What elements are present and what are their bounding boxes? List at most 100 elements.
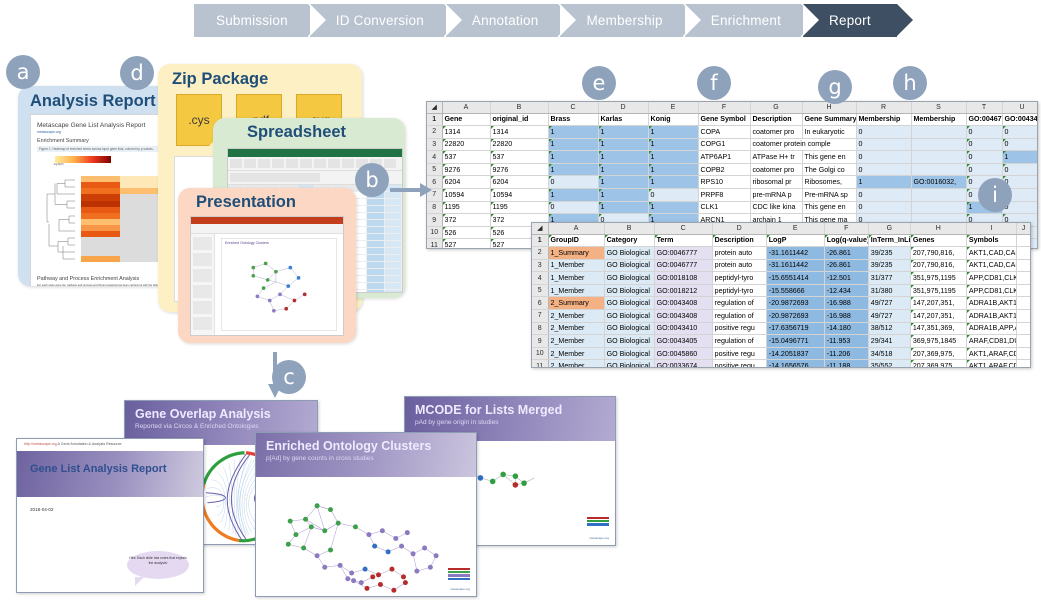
- header-genes: Genes: [910, 234, 967, 248]
- col-letter-h[interactable]: H: [802, 102, 857, 114]
- col-letter-a[interactable]: A: [442, 102, 491, 114]
- table-row[interactable]: 3 22820 22820 1 1 1 COPG1 coatomer prote…: [427, 138, 1037, 152]
- slide-enriched-ontology-clusters[interactable]: Enriched Ontology Clusters p[Ad] by gene…: [255, 432, 477, 597]
- row-number[interactable]: 4: [427, 150, 443, 164]
- row-number[interactable]: 8: [532, 322, 549, 336]
- row-number[interactable]: 7: [532, 309, 549, 323]
- table-row[interactable]: 10 2_Member GO Biological GO:0045860 pos…: [532, 347, 1030, 361]
- col-letter-a[interactable]: A: [548, 223, 605, 235]
- row-number[interactable]: 3: [427, 138, 443, 152]
- col-letter-b[interactable]: B: [604, 223, 655, 235]
- row-number[interactable]: 3: [532, 259, 549, 273]
- row-number[interactable]: 11: [427, 238, 443, 248]
- col-letter-f[interactable]: F: [824, 223, 869, 235]
- table-row[interactable]: 5 1_Member GO Biological GO:0018212 pept…: [532, 284, 1030, 298]
- cell-genes: 207,369,975,: [910, 347, 967, 361]
- zip-package-title: Zip Package: [172, 70, 269, 88]
- col-letter-b[interactable]: B: [490, 102, 549, 114]
- cell-logp: -15.0496771: [766, 334, 825, 348]
- table-row[interactable]: 8 1195 1195 0 1 1 CLK1 CDC like kina Thi…: [427, 201, 1037, 215]
- cell-genes: 369,975,1845: [910, 334, 967, 348]
- table-row[interactable]: 4 1_Member GO Biological GO:0018108 pept…: [532, 271, 1030, 285]
- row-number[interactable]: 11: [532, 359, 549, 367]
- workflow-step-id-conversion[interactable]: ID Conversion: [309, 4, 461, 37]
- table-row[interactable]: 6 6204 6204 0 1 1 RPS10 ribosomal pr Rib…: [427, 175, 1037, 190]
- current-slide: Enriched Ontology Clusters: [221, 238, 337, 331]
- row-number[interactable]: 4: [532, 271, 549, 285]
- table-row[interactable]: 11 2_Member GO Biological GO:0033674 pos…: [532, 359, 1030, 367]
- col-letter-d[interactable]: D: [598, 102, 649, 114]
- cell-gene-symbol: PRPF8: [698, 188, 751, 202]
- metascape-url-link[interactable]: http://metascape.org A Gene Annotation &…: [24, 442, 122, 446]
- cell-interm-inlist: 39/235: [868, 246, 911, 260]
- table-row[interactable]: 2 1314 1314 1 1 1 COPA coatomer pro In e…: [427, 125, 1037, 139]
- row-number[interactable]: 10: [427, 226, 443, 240]
- col-letter-g[interactable]: G: [868, 223, 911, 235]
- cell-membership-1: 0: [856, 201, 912, 215]
- cell-konig: 1: [648, 175, 699, 190]
- col-letter-c[interactable]: C: [548, 102, 599, 114]
- col-letter-s[interactable]: S: [911, 102, 967, 114]
- col-letter-e[interactable]: E: [648, 102, 699, 114]
- cell-genes: 207,369,975,: [910, 359, 967, 367]
- table-row[interactable]: 4 537 537 1 1 1 ATP6AP1 ATPase H+ tr Thi…: [427, 150, 1037, 164]
- corner-cell[interactable]: ◢: [427, 102, 443, 114]
- slide-title: Gene Overlap Analysis: [135, 407, 271, 421]
- col-letter-f[interactable]: F: [698, 102, 751, 114]
- corner-cell[interactable]: ◢: [532, 223, 549, 235]
- cell-gene: 10594: [442, 188, 491, 202]
- col-letter-g[interactable]: G: [750, 102, 803, 114]
- cell-log-qvalue: -26.861: [824, 259, 869, 273]
- table-row[interactable]: 2 1_Summary GO Biological GO:0046777 pro…: [532, 246, 1030, 260]
- col-letter-c[interactable]: C: [654, 223, 713, 235]
- enrichment-spreadsheet[interactable]: ◢ A B C D E F G H I J 1 GroupID Category…: [531, 222, 1031, 368]
- table-row[interactable]: 3 1_Member GO Biological GO:0046777 prot…: [532, 259, 1030, 273]
- col-letter-h[interactable]: H: [910, 223, 967, 235]
- row-number[interactable]: 6: [532, 296, 549, 311]
- row-number[interactable]: 10: [532, 347, 549, 361]
- col-letter-e[interactable]: E: [766, 223, 825, 235]
- col-letter-u[interactable]: U: [1002, 102, 1037, 114]
- cell-karlas: 1: [598, 201, 649, 215]
- table-row[interactable]: 6 2_Summary GO Biological GO:0043408 reg…: [532, 296, 1030, 311]
- header-membership-2: Membership: [911, 113, 967, 127]
- slide-gene-list-analysis-report[interactable]: http://metascape.org A Gene Annotation &…: [16, 438, 204, 593]
- row-number[interactable]: 5: [532, 284, 549, 298]
- table-row[interactable]: 7 10594 10594 1 1 0 PRPF8 pre-mRNA p Pre…: [427, 188, 1037, 202]
- col-letter-i[interactable]: I: [966, 223, 1017, 235]
- col-letter-j[interactable]: J: [1016, 223, 1030, 235]
- col-letter-d[interactable]: D: [712, 223, 767, 235]
- row-number[interactable]: 9: [532, 334, 549, 348]
- workflow-step-annotation[interactable]: Annotation: [445, 4, 574, 37]
- row-number[interactable]: 5: [427, 163, 443, 177]
- col-letter-r[interactable]: R: [856, 102, 912, 114]
- workflow-step-report[interactable]: Report: [803, 4, 913, 37]
- row-number[interactable]: 1: [427, 113, 443, 127]
- cell-logp: -17.6356719: [766, 322, 825, 336]
- enrichment-table: ◢ A B C D E F G H I J 1 GroupID Category…: [532, 223, 1030, 367]
- row-number[interactable]: 9: [427, 213, 443, 227]
- row-number[interactable]: 1: [532, 234, 549, 248]
- cell-go-0043408: 0: [1002, 138, 1037, 152]
- cell-membership-2: [911, 125, 967, 139]
- table-row[interactable]: 8 2_Member GO Biological GO:0043410 posi…: [532, 322, 1030, 336]
- cell-karlas: 1: [598, 150, 649, 164]
- workflow-step-membership[interactable]: Membership: [560, 4, 700, 37]
- workflow-step-enrichment[interactable]: Enrichment: [684, 4, 818, 37]
- row-number[interactable]: 8: [427, 201, 443, 215]
- metascape-url-text: http://metascape.org: [24, 442, 57, 446]
- header-category: Category: [604, 234, 655, 248]
- slide-thumbnail-rail[interactable]: [191, 234, 215, 335]
- cell-group-id: 2_Member: [548, 334, 605, 348]
- presentation-card[interactable]: Presentation Enriched Ontology Clusters: [178, 188, 356, 343]
- row-number[interactable]: 2: [532, 246, 549, 260]
- cell-karlas: 1: [598, 138, 649, 152]
- col-letter-t[interactable]: T: [966, 102, 1003, 114]
- table-row[interactable]: 7 2_Member GO Biological GO:0043408 regu…: [532, 309, 1030, 323]
- workflow-step-submission[interactable]: Submission: [194, 4, 324, 37]
- cell-gene-symbol: COPB2: [698, 163, 751, 177]
- cell-category: GO Biological: [604, 359, 655, 367]
- row-number[interactable]: 2: [427, 125, 443, 139]
- table-row[interactable]: 5 9276 9276 1 1 1 COPB2 coatomer pro The…: [427, 163, 1037, 177]
- table-row[interactable]: 9 2_Member GO Biological GO:0043405 regu…: [532, 334, 1030, 348]
